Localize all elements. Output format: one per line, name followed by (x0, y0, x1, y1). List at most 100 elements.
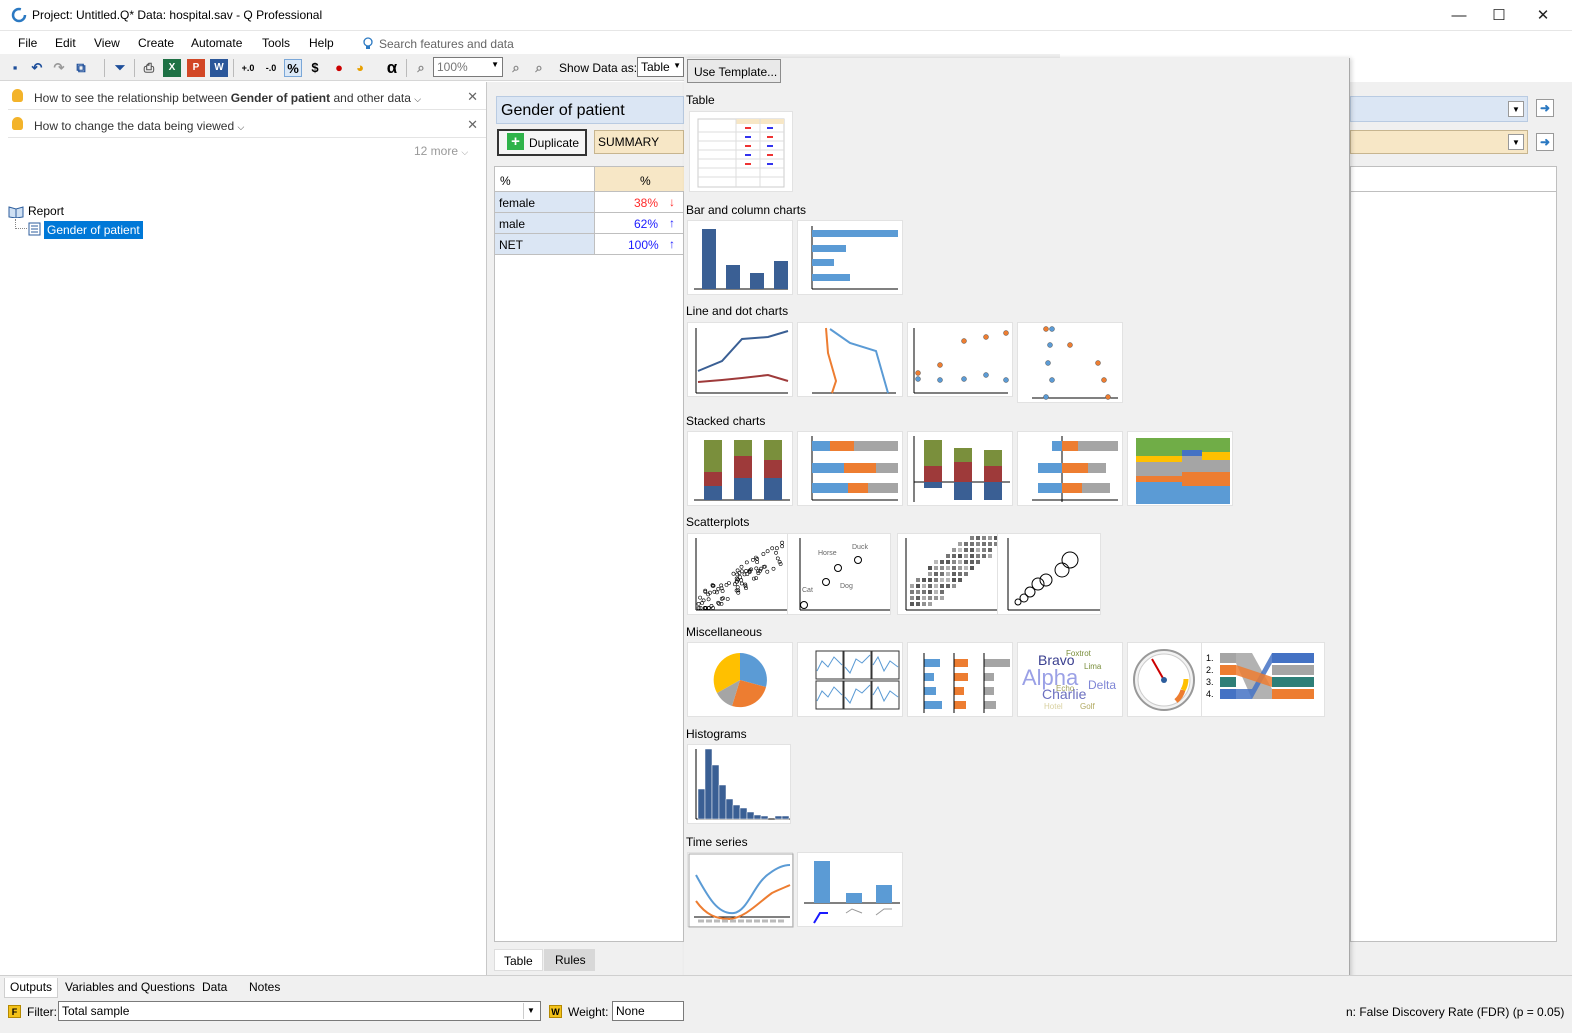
template-scatterplot[interactable] (687, 533, 791, 615)
template-binned-scatterplot[interactable] (897, 533, 1001, 615)
tree-report[interactable]: Report (28, 204, 64, 218)
dollar-icon[interactable]: $ (306, 59, 324, 77)
print-icon[interactable]: ⎙ (140, 59, 158, 77)
template-stacked-column[interactable] (687, 431, 793, 506)
arrow-right-icon[interactable]: ➜ (1536, 99, 1554, 117)
binned-point (916, 584, 920, 588)
tree-gender-of-patient[interactable]: Gender of patient (44, 221, 143, 239)
menu-automate[interactable]: Automate (191, 36, 242, 50)
column-selector[interactable]: ▼ (1350, 130, 1528, 154)
binned-point (982, 554, 986, 558)
template-vertical-dot-chart[interactable] (1017, 322, 1123, 403)
table-row-label[interactable]: female (495, 192, 595, 213)
scatter-point (706, 597, 711, 602)
tab-notes[interactable]: Notes (244, 978, 285, 998)
table-row-label[interactable]: male (495, 213, 595, 234)
filter-select[interactable]: Total sample ▼ (58, 1001, 541, 1021)
template-table[interactable] (689, 111, 793, 192)
copy-icon[interactable]: ⧉ (72, 59, 90, 77)
zoom-out-icon[interactable]: ⌕ (412, 59, 430, 77)
alpha-icon[interactable]: α (383, 59, 401, 77)
tab-table[interactable]: Table (494, 949, 543, 971)
template-small-multiples[interactable] (797, 642, 903, 717)
output-title-field[interactable]: Gender of patient (496, 96, 684, 124)
use-template-button[interactable]: Use Template... (687, 59, 781, 83)
save-icon[interactable]: ▪ (6, 59, 24, 77)
redo-icon[interactable]: ↷ (50, 59, 68, 77)
template-time-series-bar[interactable] (797, 852, 903, 927)
duplicate-button[interactable]: + Duplicate (497, 129, 587, 156)
close-icon[interactable]: ✕ (467, 89, 478, 105)
menu-tools[interactable]: Tools (262, 36, 290, 50)
table-cell[interactable]: 100% ↑ (595, 234, 685, 255)
row-selector[interactable]: ▼ (1350, 96, 1528, 122)
zoom-in-icon[interactable]: ⌕ (507, 59, 525, 77)
tab-variables-questions[interactable]: Variables and Questions (60, 978, 200, 998)
scatter-label-dog: Dog (840, 583, 853, 590)
template-diverging-bar[interactable] (1017, 431, 1123, 506)
plus-icon: + (507, 133, 524, 150)
scatter-point (725, 597, 730, 601)
template-word-cloud[interactable]: Foxtrot Bravo Lima Alpha Echo Delta Char… (1017, 642, 1123, 717)
decrease-decimals-icon[interactable]: -.0 (262, 59, 280, 77)
table-cell[interactable]: 62% ↑ (595, 213, 685, 234)
scatter-point (771, 566, 776, 571)
feature-search-input[interactable]: Search features and data (379, 37, 514, 51)
menu-help[interactable]: Help (309, 36, 334, 50)
tab-data[interactable]: Data (197, 978, 232, 998)
scatter-label-cat: Cat (802, 587, 813, 594)
color-icon[interactable]: ◕ (351, 59, 369, 77)
close-button[interactable]: ✕ (1520, 0, 1566, 31)
binned-point (910, 590, 914, 594)
table-row-label[interactable]: NET (495, 234, 595, 255)
arrow-right-icon[interactable]: ➜ (1536, 133, 1554, 151)
percent-toggle[interactable]: % (284, 59, 302, 77)
template-stacked-bar[interactable] (797, 431, 903, 506)
word-icon[interactable]: W (210, 59, 228, 77)
zoom-select[interactable]: 100% ▼ (433, 57, 503, 77)
binned-point (976, 542, 980, 546)
menu-file[interactable]: File (18, 36, 37, 50)
template-mosaic[interactable] (1127, 431, 1233, 506)
significance-icon[interactable]: ● (330, 59, 348, 77)
tip-change-data[interactable]: How to change the data being viewed ⌵ ✕ (8, 112, 486, 138)
zoom-fit-icon[interactable]: ⌕ (530, 59, 548, 77)
summary-select[interactable]: SUMMARY (594, 130, 684, 154)
tab-rules[interactable]: Rules (544, 949, 595, 971)
template-ranking-chart[interactable]: 1. 2. 3. 4. (1201, 642, 1325, 717)
template-column-chart[interactable] (687, 220, 793, 295)
table-cell[interactable]: 38% ↓ (595, 192, 685, 213)
tip-relationship[interactable]: How to see the relationship between Gend… (8, 84, 486, 110)
close-icon[interactable]: ✕ (467, 117, 478, 133)
menu-edit[interactable]: Edit (55, 36, 76, 50)
template-bubble-chart[interactable] (997, 533, 1101, 615)
template-bar-chart[interactable] (797, 220, 903, 295)
template-labeled-scatterplot[interactable]: Horse Duck Dog Cat (787, 533, 891, 615)
maximize-button[interactable]: ☐ (1476, 0, 1522, 31)
menu-create[interactable]: Create (138, 36, 174, 50)
weight-select[interactable]: None (612, 1001, 684, 1021)
template-vertical-line-chart[interactable] (797, 322, 903, 397)
template-diverging-column[interactable] (907, 431, 1013, 506)
template-time-series-line[interactable] (687, 852, 794, 928)
scatter-point (716, 600, 721, 605)
show-data-select[interactable]: Table ▼ (637, 57, 684, 77)
binned-point (946, 560, 950, 564)
filter-icon[interactable]: ⏷ (111, 59, 129, 77)
template-histogram[interactable] (687, 744, 791, 824)
binned-point (928, 590, 932, 594)
powerpoint-icon[interactable]: P (187, 59, 205, 77)
template-bar-pictograph[interactable] (907, 642, 1013, 717)
excel-icon[interactable]: X (163, 59, 181, 77)
increase-decimals-icon[interactable]: +.0 (239, 59, 257, 77)
table-column-header[interactable]: % (595, 167, 685, 192)
template-line-chart[interactable] (687, 322, 793, 397)
undo-icon[interactable]: ↶ (28, 59, 46, 77)
tab-outputs[interactable]: Outputs (4, 978, 59, 998)
report-book-icon (8, 206, 24, 218)
binned-point (934, 566, 938, 570)
more-tips-link[interactable]: 12 more ⌵ (414, 144, 468, 158)
menu-view[interactable]: View (94, 36, 120, 50)
template-pie-chart[interactable] (687, 642, 793, 717)
template-dot-chart[interactable] (907, 322, 1013, 397)
